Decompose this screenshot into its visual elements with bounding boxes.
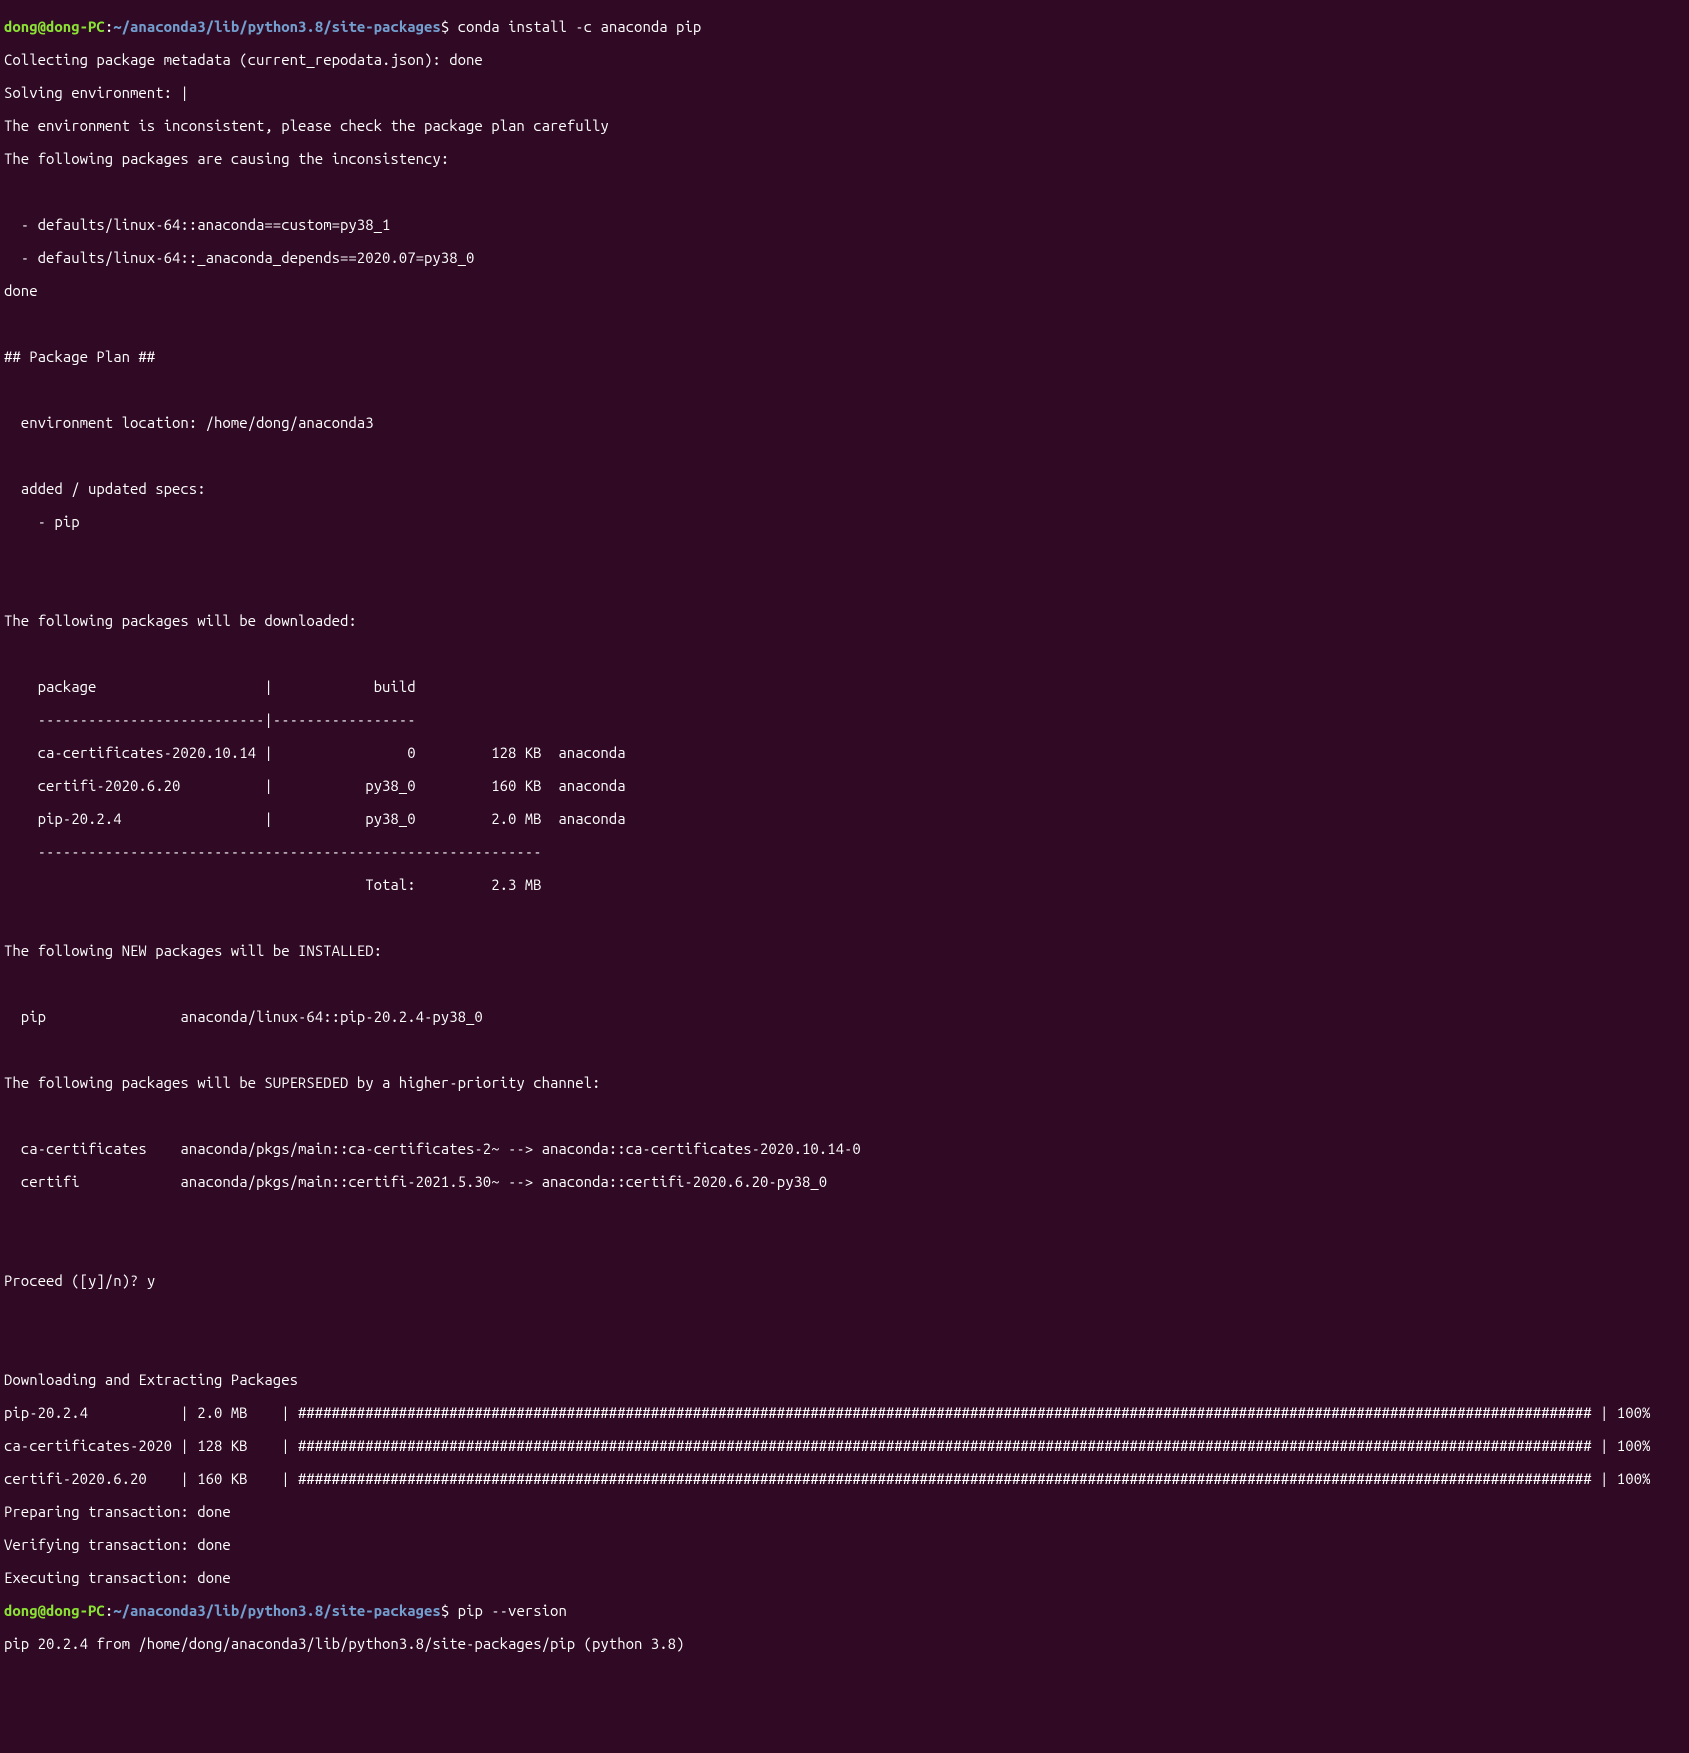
output-line: done — [4, 283, 1685, 300]
output-line: - defaults/linux-64::anaconda==custom=py… — [4, 217, 1685, 234]
output-line: environment location: /home/dong/anacond… — [4, 415, 1685, 432]
output-blank — [4, 547, 1685, 564]
output-blank — [4, 316, 1685, 333]
output-blank — [4, 184, 1685, 201]
output-blank — [4, 448, 1685, 465]
output-table-row: pip-20.2.4 | py38_0 2.0 MB anaconda — [4, 811, 1685, 828]
output-line: added / updated specs: — [4, 481, 1685, 498]
output-blank — [4, 580, 1685, 597]
output-line: The following packages are causing the i… — [4, 151, 1685, 168]
output-line: ## Package Plan ## — [4, 349, 1685, 366]
output-line: pip anaconda/linux-64::pip-20.2.4-py38_0 — [4, 1009, 1685, 1026]
progress-line: ca-certificates-2020 | 128 KB | ########… — [4, 1438, 1685, 1455]
output-table-header: package | build — [4, 679, 1685, 696]
proceed-prompt: Proceed ([y]/n)? y — [4, 1273, 1685, 1290]
output-line: The following NEW packages will be INSTA… — [4, 943, 1685, 960]
output-line: Solving environment: | — [4, 85, 1685, 102]
prompt-user: dong@dong-PC — [4, 18, 105, 35]
prompt-dollar: $ — [441, 1602, 449, 1619]
command-2[interactable]: pip --version — [458, 1602, 567, 1619]
progress-line: pip-20.2.4 | 2.0 MB | ##################… — [4, 1405, 1685, 1422]
output-line: certifi anaconda/pkgs/main::certifi-2021… — [4, 1174, 1685, 1191]
output-table-total: Total: 2.3 MB — [4, 877, 1685, 894]
output-line: Preparing transaction: done — [4, 1504, 1685, 1521]
prompt-colon: : — [105, 1602, 113, 1619]
prompt-line-2: dong@dong-PC:~/anaconda3/lib/python3.8/s… — [4, 1603, 1685, 1620]
output-line: - pip — [4, 514, 1685, 531]
prompt-path: ~/anaconda3/lib/python3.8/site-packages — [113, 1602, 441, 1619]
proceed-answer[interactable]: y — [147, 1272, 155, 1289]
output-blank — [4, 1339, 1685, 1356]
output-line: The following packages will be downloade… — [4, 613, 1685, 630]
output-line: - defaults/linux-64::_anaconda_depends==… — [4, 250, 1685, 267]
output-line: ca-certificates anaconda/pkgs/main::ca-c… — [4, 1141, 1685, 1158]
output-line: pip 20.2.4 from /home/dong/anaconda3/lib… — [4, 1636, 1685, 1653]
output-blank — [4, 976, 1685, 993]
output-table-divider: ---------------------------|------------… — [4, 712, 1685, 729]
output-line: Collecting package metadata (current_rep… — [4, 52, 1685, 69]
output-blank — [4, 1306, 1685, 1323]
output-table-row: certifi-2020.6.20 | py38_0 160 KB anacon… — [4, 778, 1685, 795]
output-line: Executing transaction: done — [4, 1570, 1685, 1587]
output-blank — [4, 646, 1685, 663]
prompt-path: ~/anaconda3/lib/python3.8/site-packages — [113, 18, 441, 35]
progress-line: certifi-2020.6.20 | 160 KB | ###########… — [4, 1471, 1685, 1488]
output-blank — [4, 1240, 1685, 1257]
output-blank — [4, 382, 1685, 399]
output-table-divider: ----------------------------------------… — [4, 844, 1685, 861]
output-blank — [4, 1042, 1685, 1059]
output-table-row: ca-certificates-2020.10.14 | 0 128 KB an… — [4, 745, 1685, 762]
command-1[interactable]: conda install -c anaconda pip — [458, 18, 702, 35]
output-blank — [4, 910, 1685, 927]
output-line: The environment is inconsistent, please … — [4, 118, 1685, 135]
prompt-colon: : — [105, 18, 113, 35]
prompt-dollar: $ — [441, 18, 449, 35]
output-blank — [4, 1207, 1685, 1224]
output-blank — [4, 1108, 1685, 1125]
output-line: Downloading and Extracting Packages — [4, 1372, 1685, 1389]
prompt-user: dong@dong-PC — [4, 1602, 105, 1619]
output-line: The following packages will be SUPERSEDE… — [4, 1075, 1685, 1092]
prompt-line-1: dong@dong-PC:~/anaconda3/lib/python3.8/s… — [4, 19, 1685, 36]
output-line: Verifying transaction: done — [4, 1537, 1685, 1554]
